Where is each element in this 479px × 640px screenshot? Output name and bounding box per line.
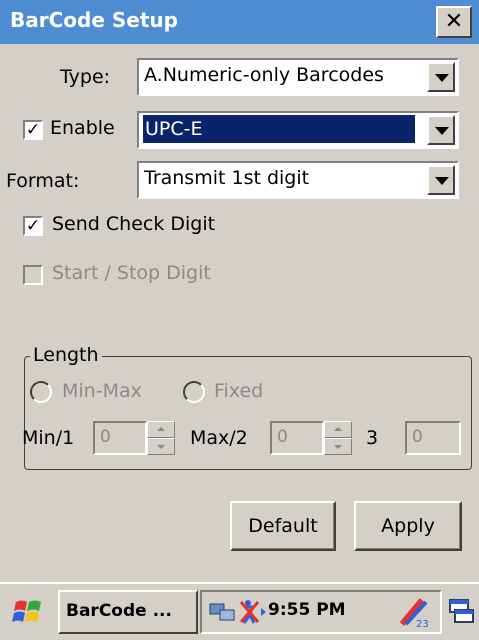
close-button[interactable]: ✕ — [436, 6, 472, 38]
send-check-digit-label: Send Check Digit — [52, 213, 216, 235]
min-spin-up[interactable] — [147, 421, 175, 438]
start-flag-icon[interactable] — [10, 594, 48, 630]
network-icon[interactable] — [206, 598, 236, 626]
check-icon: ✓ — [25, 120, 41, 140]
max-spin-up[interactable] — [324, 421, 352, 438]
type-value: A.Numeric-only Barcodes — [144, 64, 384, 86]
chevron-down-icon[interactable] — [427, 115, 455, 145]
format-dropdown[interactable]: Transmit 1st digit — [137, 161, 459, 199]
clock[interactable]: 9:55 PM — [268, 600, 346, 620]
type-dropdown[interactable]: A.Numeric-only Barcodes — [137, 58, 459, 96]
length-legend: Length — [30, 344, 102, 366]
max-input[interactable]: 0 — [270, 421, 324, 455]
symbology-dropdown[interactable]: UPC-E — [137, 111, 459, 149]
taskbar-app-button[interactable]: BarCode ... — [58, 590, 198, 634]
min-input[interactable]: 0 — [93, 421, 147, 455]
min-max-label: Min-Max — [62, 380, 142, 402]
format-value: Transmit 1st digit — [144, 167, 310, 189]
connection-status-icon[interactable] — [238, 597, 268, 627]
fixed-label: Fixed — [214, 380, 264, 402]
start-stop-digit-label: Start / Stop Digit — [52, 262, 211, 284]
check-icon: ✓ — [25, 216, 41, 236]
third-input[interactable]: 0 — [405, 421, 461, 455]
chevron-down-icon[interactable] — [427, 62, 455, 92]
chevron-down-icon[interactable] — [427, 165, 455, 195]
close-icon: ✕ — [444, 9, 464, 34]
input-panel-icon[interactable]: 23 — [396, 594, 432, 630]
max-label: Max/2 — [190, 427, 248, 449]
enable-checkbox[interactable]: ✓ — [23, 120, 43, 140]
symbology-value: UPC-E — [142, 114, 416, 144]
fixed-radio[interactable] — [183, 381, 205, 403]
min-spin-down[interactable] — [147, 438, 175, 455]
send-check-digit-checkbox[interactable]: ✓ — [23, 216, 43, 236]
min-max-radio[interactable] — [30, 381, 52, 403]
format-label: Format: — [6, 170, 80, 192]
apply-button[interactable]: Apply — [354, 501, 462, 551]
third-label: 3 — [366, 427, 379, 449]
show-desktop-icon[interactable] — [446, 594, 476, 630]
default-button[interactable]: Default — [230, 501, 336, 551]
type-label: Type: — [60, 66, 111, 88]
min-label: Min/1 — [22, 427, 75, 449]
window-title: BarCode Setup — [10, 8, 178, 32]
svg-text:23: 23 — [416, 619, 429, 630]
max-spin-down[interactable] — [324, 438, 352, 455]
enable-label: Enable — [50, 117, 115, 139]
start-stop-digit-checkbox[interactable] — [23, 265, 43, 285]
